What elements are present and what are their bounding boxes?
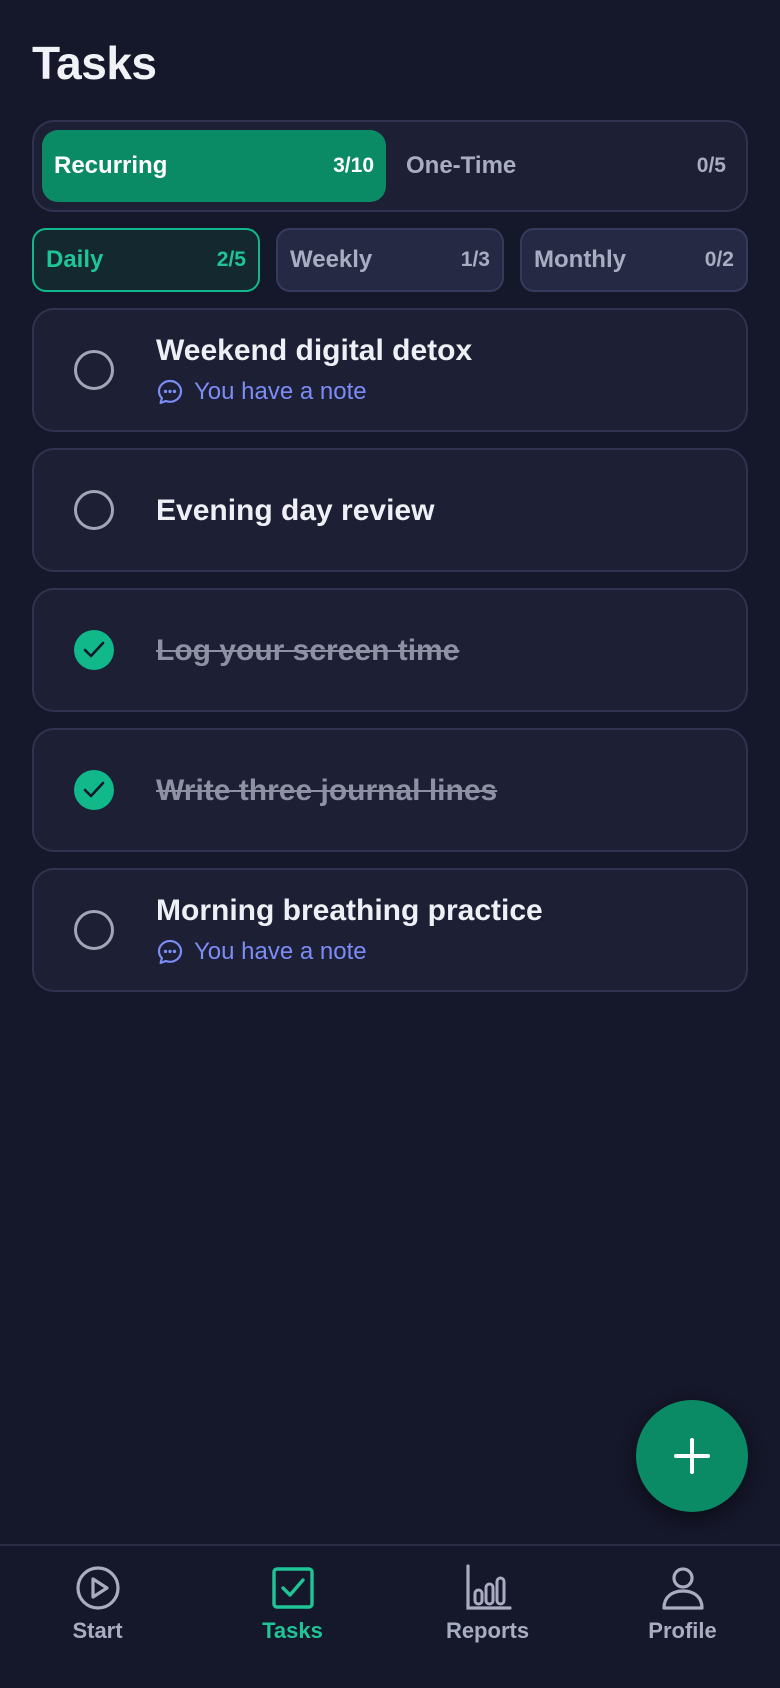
filter-weekly[interactable]: Weekly 1/3 (276, 228, 504, 292)
task-card[interactable]: Write three journal lines (32, 728, 748, 852)
tab-profile[interactable]: Profile (585, 1546, 780, 1688)
task-type-segmented-control: Recurring 3/10 One-Time 0/5 (32, 120, 748, 212)
task-checkbox-checked[interactable] (74, 630, 114, 670)
task-card[interactable]: Weekend digital detox You have a note (32, 308, 748, 432)
checkbox-icon (271, 1567, 314, 1609)
segment-count: 3/10 (333, 154, 374, 177)
segment-count: 0/5 (696, 154, 726, 177)
segment-label: One-Time (406, 152, 517, 179)
tab-tasks[interactable]: Tasks (195, 1546, 390, 1688)
filter-daily[interactable]: Daily 2/5 (32, 228, 260, 292)
task-title: Log your screen time (156, 634, 460, 667)
bottom-tab-bar: Start Tasks Reports Profile (0, 1544, 780, 1688)
filter-label: Monthly (534, 246, 626, 273)
task-note[interactable]: You have a note (156, 378, 367, 406)
task-checkbox[interactable] (74, 350, 114, 390)
tasks-screen: Tasks Recurring 3/10 One-Time 0/5 Daily … (0, 0, 780, 1688)
task-title: Morning breathing practice (156, 894, 543, 927)
tab-label: Reports (445, 1618, 530, 1643)
chat-bubble-icon (157, 379, 183, 405)
segment-one-time[interactable]: One-Time 0/5 (394, 130, 738, 202)
filter-count: 2/5 (216, 248, 246, 271)
checkmark-icon (83, 781, 105, 798)
user-icon (661, 1567, 704, 1610)
bar-chart-icon (465, 1564, 512, 1610)
tab-label: Start (72, 1618, 123, 1643)
tab-start[interactable]: Start (0, 1546, 195, 1688)
task-checkbox-checked[interactable] (74, 770, 114, 810)
task-note[interactable]: You have a note (156, 938, 367, 966)
note-text: You have a note (194, 938, 367, 965)
filter-monthly[interactable]: Monthly 0/2 (520, 228, 748, 292)
page-title: Tasks (32, 37, 157, 89)
task-card[interactable]: Morning breathing practice You have a no… (32, 868, 748, 992)
tab-reports[interactable]: Reports (390, 1546, 585, 1688)
play-circle-icon (75, 1566, 120, 1610)
note-text: You have a note (194, 378, 367, 405)
tab-label: Tasks (262, 1618, 323, 1643)
task-card[interactable]: Log your screen time (32, 588, 748, 712)
filter-count: 0/2 (704, 248, 734, 271)
task-title: Evening day review (156, 494, 435, 527)
tab-label: Profile (648, 1618, 717, 1643)
task-checkbox[interactable] (74, 490, 114, 530)
chat-bubble-icon (157, 939, 183, 965)
filter-label: Daily (46, 246, 104, 273)
plus-icon (674, 1438, 710, 1474)
task-card[interactable]: Evening day review (32, 448, 748, 572)
frequency-filter: Daily 2/5 Weekly 1/3 Monthly 0/2 (32, 228, 748, 292)
task-list: Weekend digital detox You have a note Ev… (32, 308, 748, 1008)
task-title: Write three journal lines (156, 774, 498, 807)
task-title: Weekend digital detox (156, 334, 473, 367)
segment-label: Recurring (54, 152, 168, 179)
checkmark-icon (83, 641, 105, 658)
task-checkbox[interactable] (74, 910, 114, 950)
filter-label: Weekly (290, 246, 373, 273)
add-task-button[interactable] (636, 1400, 748, 1512)
segment-recurring[interactable]: Recurring 3/10 (42, 130, 386, 202)
filter-count: 1/3 (460, 248, 490, 271)
